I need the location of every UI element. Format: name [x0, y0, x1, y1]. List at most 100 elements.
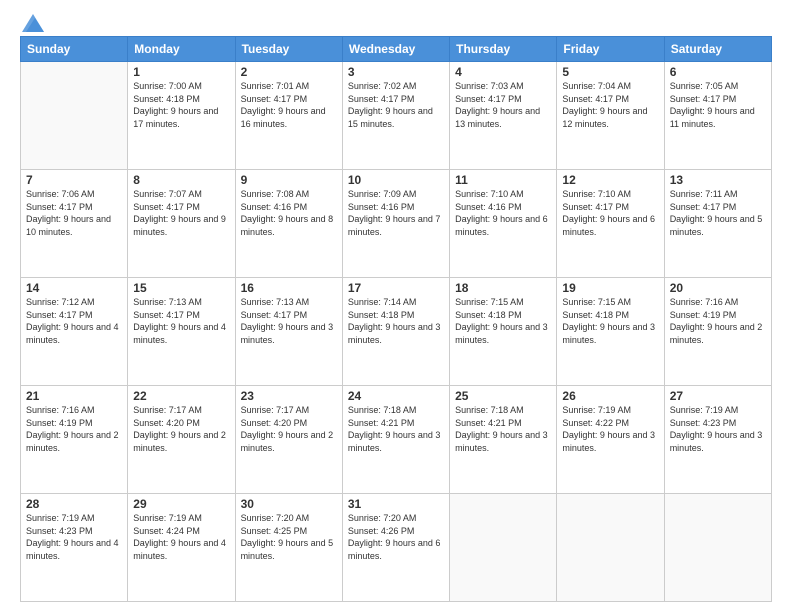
day-number: 23	[241, 389, 337, 403]
sun-info: Sunrise: 7:08 AMSunset: 4:16 PMDaylight:…	[241, 188, 337, 238]
logo-icon	[22, 14, 44, 32]
calendar-cell: 23Sunrise: 7:17 AMSunset: 4:20 PMDayligh…	[235, 386, 342, 494]
sun-info: Sunrise: 7:03 AMSunset: 4:17 PMDaylight:…	[455, 80, 551, 130]
day-number: 13	[670, 173, 766, 187]
day-number: 2	[241, 65, 337, 79]
sun-info: Sunrise: 7:05 AMSunset: 4:17 PMDaylight:…	[670, 80, 766, 130]
calendar-cell	[450, 494, 557, 602]
day-number: 20	[670, 281, 766, 295]
sun-info: Sunrise: 7:17 AMSunset: 4:20 PMDaylight:…	[241, 404, 337, 454]
day-number: 25	[455, 389, 551, 403]
calendar-cell: 6Sunrise: 7:05 AMSunset: 4:17 PMDaylight…	[664, 62, 771, 170]
calendar-cell: 21Sunrise: 7:16 AMSunset: 4:19 PMDayligh…	[21, 386, 128, 494]
day-number: 7	[26, 173, 122, 187]
calendar-cell: 20Sunrise: 7:16 AMSunset: 4:19 PMDayligh…	[664, 278, 771, 386]
calendar-cell: 15Sunrise: 7:13 AMSunset: 4:17 PMDayligh…	[128, 278, 235, 386]
calendar-cell: 30Sunrise: 7:20 AMSunset: 4:25 PMDayligh…	[235, 494, 342, 602]
calendar-cell: 7Sunrise: 7:06 AMSunset: 4:17 PMDaylight…	[21, 170, 128, 278]
day-number: 29	[133, 497, 229, 511]
day-number: 8	[133, 173, 229, 187]
calendar-cell: 11Sunrise: 7:10 AMSunset: 4:16 PMDayligh…	[450, 170, 557, 278]
day-number: 28	[26, 497, 122, 511]
calendar-cell: 12Sunrise: 7:10 AMSunset: 4:17 PMDayligh…	[557, 170, 664, 278]
sun-info: Sunrise: 7:09 AMSunset: 4:16 PMDaylight:…	[348, 188, 444, 238]
day-number: 30	[241, 497, 337, 511]
calendar-cell: 25Sunrise: 7:18 AMSunset: 4:21 PMDayligh…	[450, 386, 557, 494]
sun-info: Sunrise: 7:13 AMSunset: 4:17 PMDaylight:…	[133, 296, 229, 346]
sun-info: Sunrise: 7:12 AMSunset: 4:17 PMDaylight:…	[26, 296, 122, 346]
calendar-cell: 2Sunrise: 7:01 AMSunset: 4:17 PMDaylight…	[235, 62, 342, 170]
day-number: 18	[455, 281, 551, 295]
calendar-cell: 31Sunrise: 7:20 AMSunset: 4:26 PMDayligh…	[342, 494, 449, 602]
day-number: 9	[241, 173, 337, 187]
calendar-cell: 4Sunrise: 7:03 AMSunset: 4:17 PMDaylight…	[450, 62, 557, 170]
day-number: 5	[562, 65, 658, 79]
calendar-cell: 3Sunrise: 7:02 AMSunset: 4:17 PMDaylight…	[342, 62, 449, 170]
calendar-week-2: 14Sunrise: 7:12 AMSunset: 4:17 PMDayligh…	[21, 278, 772, 386]
calendar-cell: 14Sunrise: 7:12 AMSunset: 4:17 PMDayligh…	[21, 278, 128, 386]
sun-info: Sunrise: 7:16 AMSunset: 4:19 PMDaylight:…	[670, 296, 766, 346]
sun-info: Sunrise: 7:01 AMSunset: 4:17 PMDaylight:…	[241, 80, 337, 130]
calendar-cell: 26Sunrise: 7:19 AMSunset: 4:22 PMDayligh…	[557, 386, 664, 494]
sun-info: Sunrise: 7:13 AMSunset: 4:17 PMDaylight:…	[241, 296, 337, 346]
sun-info: Sunrise: 7:15 AMSunset: 4:18 PMDaylight:…	[562, 296, 658, 346]
calendar-cell: 10Sunrise: 7:09 AMSunset: 4:16 PMDayligh…	[342, 170, 449, 278]
weekday-header-wednesday: Wednesday	[342, 37, 449, 62]
day-number: 3	[348, 65, 444, 79]
sun-info: Sunrise: 7:11 AMSunset: 4:17 PMDaylight:…	[670, 188, 766, 238]
sun-info: Sunrise: 7:17 AMSunset: 4:20 PMDaylight:…	[133, 404, 229, 454]
day-number: 16	[241, 281, 337, 295]
calendar-cell: 13Sunrise: 7:11 AMSunset: 4:17 PMDayligh…	[664, 170, 771, 278]
weekday-header-monday: Monday	[128, 37, 235, 62]
day-number: 6	[670, 65, 766, 79]
calendar-cell: 8Sunrise: 7:07 AMSunset: 4:17 PMDaylight…	[128, 170, 235, 278]
calendar-cell: 18Sunrise: 7:15 AMSunset: 4:18 PMDayligh…	[450, 278, 557, 386]
weekday-header-friday: Friday	[557, 37, 664, 62]
calendar-cell: 22Sunrise: 7:17 AMSunset: 4:20 PMDayligh…	[128, 386, 235, 494]
day-number: 1	[133, 65, 229, 79]
sun-info: Sunrise: 7:02 AMSunset: 4:17 PMDaylight:…	[348, 80, 444, 130]
calendar-cell: 1Sunrise: 7:00 AMSunset: 4:18 PMDaylight…	[128, 62, 235, 170]
calendar-cell: 5Sunrise: 7:04 AMSunset: 4:17 PMDaylight…	[557, 62, 664, 170]
day-number: 4	[455, 65, 551, 79]
sun-info: Sunrise: 7:15 AMSunset: 4:18 PMDaylight:…	[455, 296, 551, 346]
calendar-cell: 19Sunrise: 7:15 AMSunset: 4:18 PMDayligh…	[557, 278, 664, 386]
sun-info: Sunrise: 7:04 AMSunset: 4:17 PMDaylight:…	[562, 80, 658, 130]
sun-info: Sunrise: 7:18 AMSunset: 4:21 PMDaylight:…	[455, 404, 551, 454]
sun-info: Sunrise: 7:20 AMSunset: 4:26 PMDaylight:…	[348, 512, 444, 562]
sun-info: Sunrise: 7:18 AMSunset: 4:21 PMDaylight:…	[348, 404, 444, 454]
sun-info: Sunrise: 7:19 AMSunset: 4:22 PMDaylight:…	[562, 404, 658, 454]
weekday-header-sunday: Sunday	[21, 37, 128, 62]
calendar-cell	[557, 494, 664, 602]
day-number: 21	[26, 389, 122, 403]
day-number: 22	[133, 389, 229, 403]
sun-info: Sunrise: 7:14 AMSunset: 4:18 PMDaylight:…	[348, 296, 444, 346]
calendar-cell: 28Sunrise: 7:19 AMSunset: 4:23 PMDayligh…	[21, 494, 128, 602]
calendar-week-1: 7Sunrise: 7:06 AMSunset: 4:17 PMDaylight…	[21, 170, 772, 278]
calendar-cell: 9Sunrise: 7:08 AMSunset: 4:16 PMDaylight…	[235, 170, 342, 278]
sun-info: Sunrise: 7:07 AMSunset: 4:17 PMDaylight:…	[133, 188, 229, 238]
weekday-header-thursday: Thursday	[450, 37, 557, 62]
logo	[20, 16, 44, 28]
sun-info: Sunrise: 7:10 AMSunset: 4:17 PMDaylight:…	[562, 188, 658, 238]
weekday-header-tuesday: Tuesday	[235, 37, 342, 62]
day-number: 31	[348, 497, 444, 511]
day-number: 26	[562, 389, 658, 403]
sun-info: Sunrise: 7:19 AMSunset: 4:23 PMDaylight:…	[26, 512, 122, 562]
calendar-week-3: 21Sunrise: 7:16 AMSunset: 4:19 PMDayligh…	[21, 386, 772, 494]
weekday-header-row: SundayMondayTuesdayWednesdayThursdayFrid…	[21, 37, 772, 62]
day-number: 19	[562, 281, 658, 295]
day-number: 15	[133, 281, 229, 295]
day-number: 10	[348, 173, 444, 187]
calendar-week-0: 1Sunrise: 7:00 AMSunset: 4:18 PMDaylight…	[21, 62, 772, 170]
sun-info: Sunrise: 7:10 AMSunset: 4:16 PMDaylight:…	[455, 188, 551, 238]
calendar-cell: 24Sunrise: 7:18 AMSunset: 4:21 PMDayligh…	[342, 386, 449, 494]
page: SundayMondayTuesdayWednesdayThursdayFrid…	[0, 0, 792, 612]
day-number: 17	[348, 281, 444, 295]
day-number: 12	[562, 173, 658, 187]
day-number: 11	[455, 173, 551, 187]
sun-info: Sunrise: 7:00 AMSunset: 4:18 PMDaylight:…	[133, 80, 229, 130]
day-number: 24	[348, 389, 444, 403]
day-number: 27	[670, 389, 766, 403]
weekday-header-saturday: Saturday	[664, 37, 771, 62]
